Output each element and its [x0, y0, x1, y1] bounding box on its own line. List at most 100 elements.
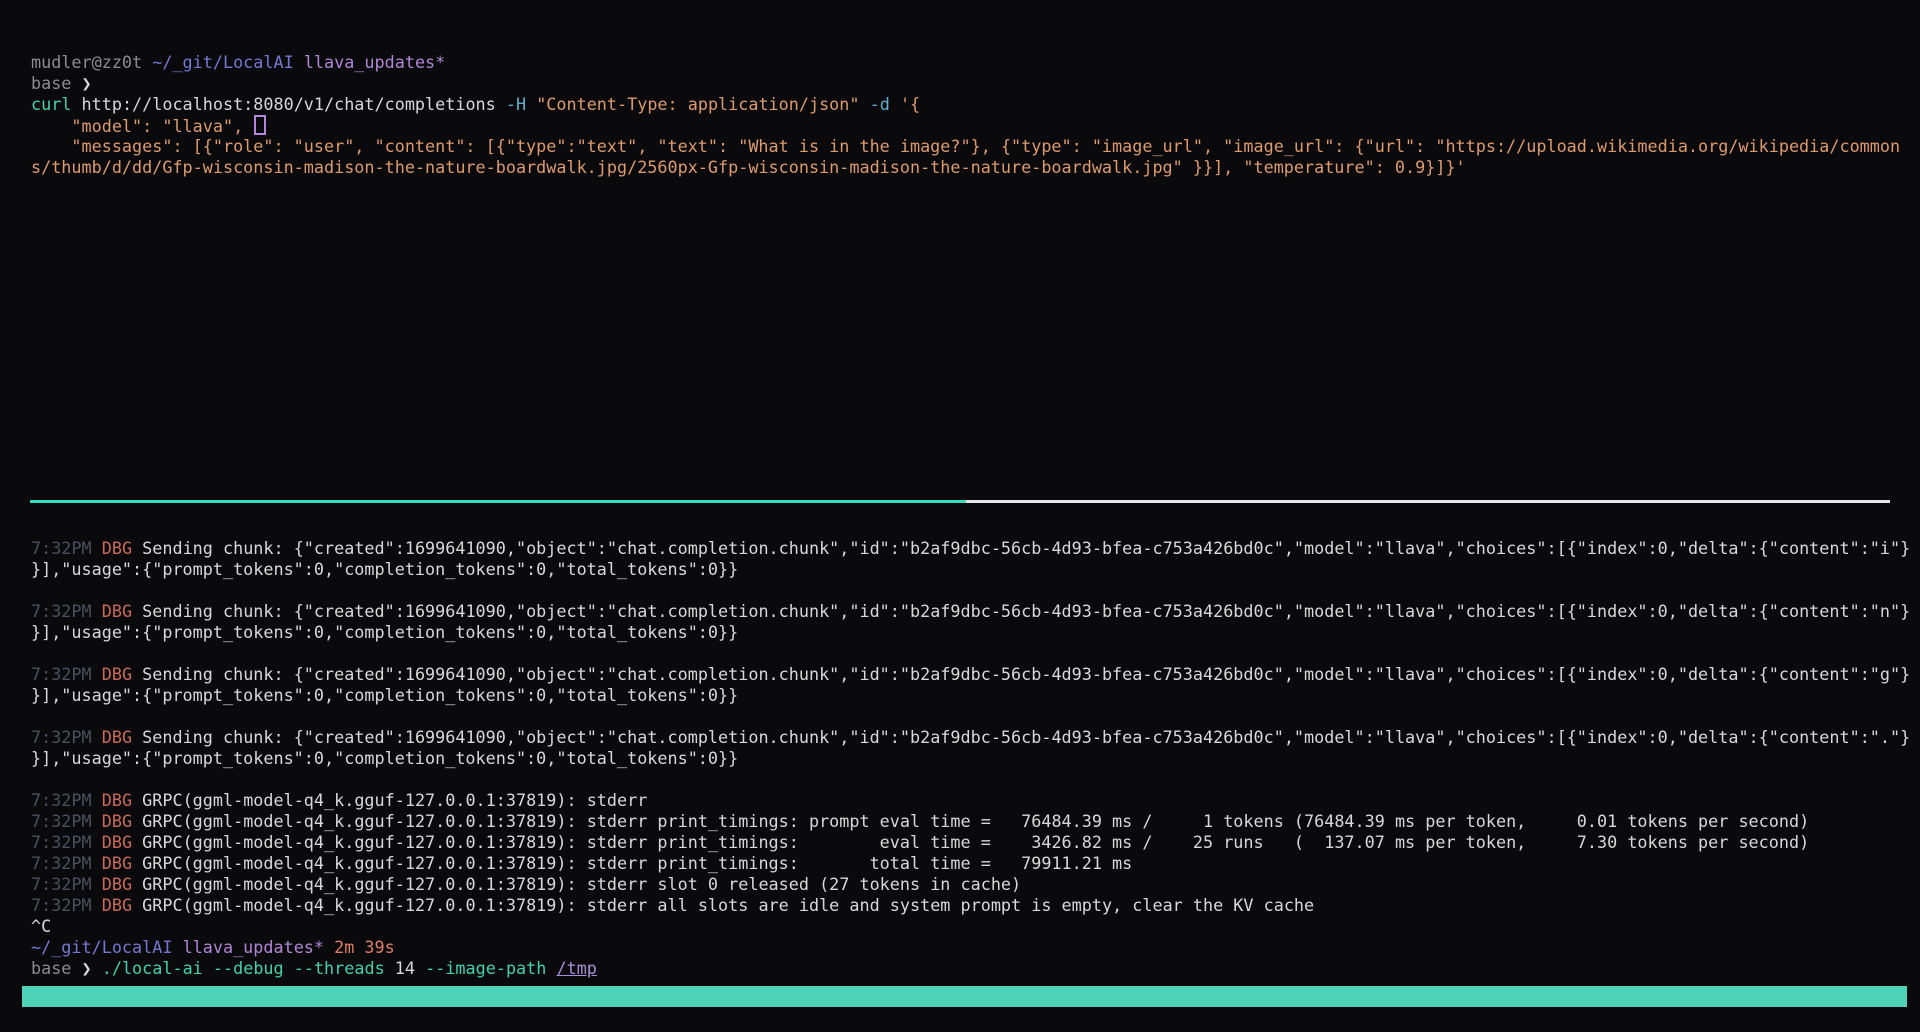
text-segment: --image-path — [425, 958, 546, 978]
text-segment: Sending chunk: {"created":1699641090,"ob… — [142, 664, 1910, 684]
text-segment: 7:32PM — [31, 895, 102, 915]
terminal-line: curl http://localhost:8080/v1/chat/compl… — [31, 94, 1920, 115]
text-segment: GRPC(ggml-model-q4_k.gguf-127.0.0.1:3781… — [142, 895, 1314, 915]
text-segment: GRPC(ggml-model-q4_k.gguf-127.0.0.1:3781… — [142, 874, 1021, 894]
text-segment — [324, 937, 334, 957]
text-segment: "Content-Type: application/json" — [536, 94, 859, 114]
text-segment — [415, 958, 425, 978]
text-segment: llava_updates* — [304, 52, 445, 72]
text-segment: ~/_git/LocalAI — [152, 52, 293, 72]
text-segment: Sending chunk: {"created":1699641090,"ob… — [142, 601, 1910, 621]
terminal-line: mudler@zz0t ~/_git/LocalAI llava_updates… — [31, 52, 1920, 73]
text-segment: 7:32PM — [31, 811, 102, 831]
terminal-line: "model": "llava", — [31, 115, 1920, 136]
text-segment: mudler@zz0t — [31, 52, 152, 72]
terminal-line: 7:32PM DBG GRPC(ggml-model-q4_k.gguf-127… — [31, 895, 1920, 916]
text-segment: s/thumb/d/dd/Gfp-wisconsin-madison-the-n… — [31, 157, 1466, 177]
status-bar-cursor-block — [1907, 986, 1920, 1007]
text-segment — [526, 94, 536, 114]
text-segment — [294, 52, 304, 72]
terminal-line: base ❯ — [31, 73, 1920, 94]
text-segment: }],"usage":{"prompt_tokens":0,"completio… — [31, 685, 738, 705]
text-segment — [385, 958, 395, 978]
text-segment: 2m 39s — [334, 937, 395, 957]
text-segment: --debug — [213, 958, 284, 978]
text-segment: '{ — [900, 94, 920, 114]
text-segment — [860, 94, 870, 114]
terminal-line: ~/_git/LocalAI llava_updates* 2m 39s — [31, 937, 1920, 958]
text-segment — [546, 958, 556, 978]
text-segment: -H — [506, 94, 526, 114]
terminal-line: }],"usage":{"prompt_tokens":0,"completio… — [31, 622, 1920, 643]
text-segment: Sending chunk: {"created":1699641090,"ob… — [142, 727, 1910, 747]
text-segment: base — [31, 958, 82, 978]
text-segment — [890, 94, 900, 114]
text-segment: DBG — [102, 874, 142, 894]
text-segment: 7:32PM — [31, 832, 102, 852]
text-segment: ❯ — [82, 958, 102, 978]
text-segment: ~/_git/LocalAI — [31, 937, 172, 957]
top-pane[interactable]: mudler@zz0t ~/_git/LocalAI llava_updates… — [31, 52, 1920, 178]
text-segment: 7:32PM — [31, 538, 102, 558]
text-segment: ❯ — [82, 73, 92, 93]
terminal-line: ^C — [31, 916, 1920, 937]
text-segment: http://localhost:8080/v1/chat/completion… — [71, 94, 505, 114]
text-segment: }],"usage":{"prompt_tokens":0,"completio… — [31, 622, 738, 642]
text-segment: "messages": [{"role": "user", "content":… — [31, 136, 1900, 156]
terminal-window[interactable]: mudler@zz0t ~/_git/LocalAI llava_updates… — [0, 0, 1920, 1032]
terminal-line: 7:32PM DBG GRPC(ggml-model-q4_k.gguf-127… — [31, 832, 1920, 853]
terminal-line — [31, 769, 1920, 790]
text-segment: base — [31, 73, 82, 93]
text-segment: DBG — [102, 811, 142, 831]
text-segment: DBG — [102, 664, 142, 684]
text-segment: 7:32PM — [31, 790, 102, 810]
text-segment: Sending chunk: {"created":1699641090,"ob… — [142, 538, 1910, 558]
text-segment: }],"usage":{"prompt_tokens":0,"completio… — [31, 559, 738, 579]
text-segment: DBG — [102, 895, 142, 915]
terminal-line: }],"usage":{"prompt_tokens":0,"completio… — [31, 748, 1920, 769]
terminal-line: "messages": [{"role": "user", "content":… — [31, 136, 1920, 157]
text-segment: 14 — [395, 958, 415, 978]
terminal-line: }],"usage":{"prompt_tokens":0,"completio… — [31, 685, 1920, 706]
terminal-line: base ❯ ./local-ai --debug --threads 14 -… — [31, 958, 1920, 979]
terminal-line — [31, 706, 1920, 727]
terminal-line: s/thumb/d/dd/Gfp-wisconsin-madison-the-n… — [31, 157, 1920, 178]
text-segment: 7:32PM — [31, 601, 102, 621]
terminal-line: 7:32PM DBG GRPC(ggml-model-q4_k.gguf-127… — [31, 811, 1920, 832]
text-segment: DBG — [102, 601, 142, 621]
terminal-line — [31, 580, 1920, 601]
text-segment: "model": "llava", — [31, 116, 253, 136]
bottom-pane[interactable]: 7:32PM DBG Sending chunk: {"created":169… — [31, 538, 1920, 979]
pane-divider-inactive-segment — [966, 500, 1890, 503]
terminal-line: 7:32PM DBG GRPC(ggml-model-q4_k.gguf-127… — [31, 790, 1920, 811]
text-segment: 7:32PM — [31, 874, 102, 894]
text-segment: DBG — [102, 853, 142, 873]
text-segment: GRPC(ggml-model-q4_k.gguf-127.0.0.1:3781… — [142, 811, 1809, 831]
text-segment: DBG — [102, 832, 142, 852]
cursor — [254, 115, 266, 135]
text-segment: DBG — [102, 790, 142, 810]
text-segment: llava_updates* — [183, 937, 324, 957]
text-segment: DBG — [102, 538, 142, 558]
text-segment: 7:32PM — [31, 727, 102, 747]
terminal-line: 7:32PM DBG Sending chunk: {"created":169… — [31, 664, 1920, 685]
text-segment: ^C — [31, 916, 51, 936]
terminal-line: 7:32PM DBG Sending chunk: {"created":169… — [31, 727, 1920, 748]
text-segment: -d — [870, 94, 890, 114]
text-segment: DBG — [102, 727, 142, 747]
terminal-line: 7:32PM DBG Sending chunk: {"created":169… — [31, 601, 1920, 622]
pane-divider-active-segment — [30, 500, 966, 503]
text-segment: 7:32PM — [31, 853, 102, 873]
text-segment: GRPC(ggml-model-q4_k.gguf-127.0.0.1:3781… — [142, 832, 1809, 852]
text-segment: --threads — [294, 958, 385, 978]
tmp-path-link[interactable]: /tmp — [556, 958, 596, 978]
text-segment: 7:32PM — [31, 664, 102, 684]
tmux-status-bar[interactable]: [0] <0:zsh 21:zsh 22:zsh 23:zsh 24:zsh 2… — [22, 986, 1920, 1007]
text-segment — [203, 958, 213, 978]
terminal-line: 7:32PM DBG Sending chunk: {"created":169… — [31, 538, 1920, 559]
text-segment: GRPC(ggml-model-q4_k.gguf-127.0.0.1:3781… — [142, 790, 647, 810]
text-segment: }],"usage":{"prompt_tokens":0,"completio… — [31, 748, 738, 768]
terminal-line: }],"usage":{"prompt_tokens":0,"completio… — [31, 559, 1920, 580]
terminal-line — [31, 643, 1920, 664]
text-segment — [284, 958, 294, 978]
